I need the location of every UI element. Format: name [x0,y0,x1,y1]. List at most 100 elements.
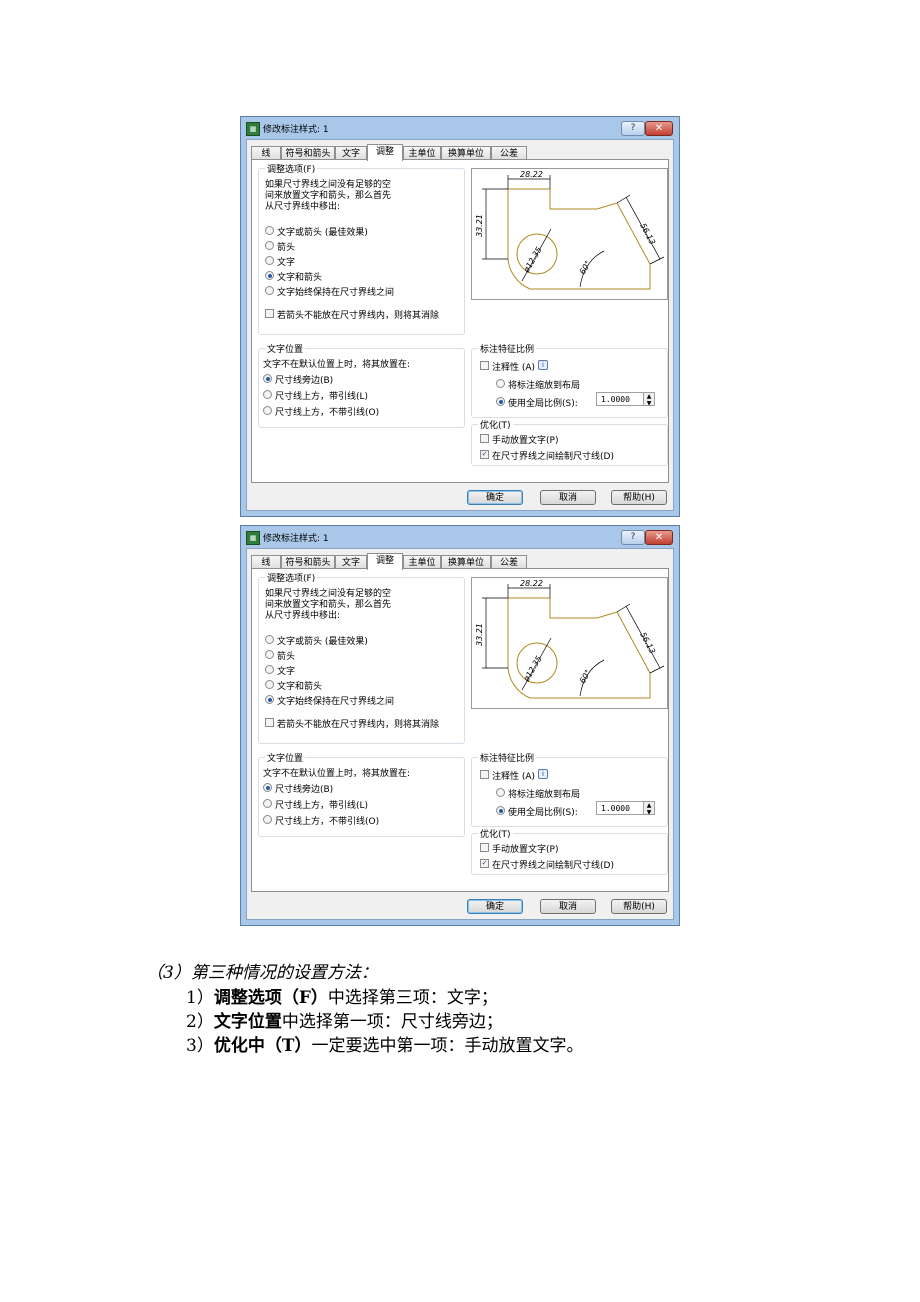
scale-group: 标注特征比例 注释性 (A) i 将标注缩放到布局 使用全局比例(S): 1.0000 ▲ ▼ [471,342,668,418]
info-icon[interactable]: i [538,769,548,779]
caption-heading: （3）第三种情况的设置方法： [146,963,378,983]
caption-step-2: 2）文字位置中选择第一项：尺寸线旁边； [186,1012,503,1032]
tab-2[interactable]: 文字 [335,555,367,569]
tab-1[interactable]: 符号和箭头 [281,555,335,569]
fine-tuning-group: 优化(T) 手动放置文字(P) ✓ 在尺寸界线之间绘制尺寸线(D) [471,827,668,875]
title-bar[interactable]: ▦ 修改标注样式: 1? ✕ [241,526,679,548]
text-placement-option: 尺寸线上方，带引线(L) [275,392,369,402]
fit-options-group: 调整选项(F) 如果尺寸界线之间没有足够的空 间来放置文字和箭头，那么首先 从尺寸界线… [258,162,465,335]
dialog-body: 线符号和箭头 文字 调整 主单位 换算单位 公差调整选项(F) 如果尺寸界线之间没有足够的空… [246,139,674,511]
text-placement-radio[interactable] [263,815,272,824]
global-scale-stepper[interactable]: ▲ ▼ [643,392,655,407]
draw-dimline-checkbox[interactable]: ✓ [480,450,489,459]
text-placement-option: 尺寸线旁边(B) [275,785,334,795]
fit-option-label: 文字和箭头 [277,273,323,283]
tab-3[interactable]: 调整 [367,144,403,161]
help-button[interactable]: 帮助(H) [611,490,667,505]
dialog-body: 线符号和箭头 文字 调整 主单位 换算单位 公差 调整选项(F) 如果尺寸界线之间没有足够的空… [246,548,674,920]
suppress-arrows-checkbox[interactable] [265,309,274,318]
tab-6[interactable]: 公差 [491,555,527,569]
dimension-style-dialog: ▦ 修改标注样式: 1? ✕ 线符号和箭头 文字 调整 主单位 换算单位 公差 调整选项(F) 如果… [240,525,680,926]
dim-text-left: 33.21 [475,623,484,646]
fit-option-radio[interactable] [265,286,274,295]
global-scale-input[interactable]: 1.0000 [596,801,644,815]
fit-description-line: 从尺寸界线中移出: [265,611,341,621]
scale-to-layout-radio[interactable] [496,379,505,388]
tab-2[interactable]: 文字 [335,146,367,160]
fit-option-label: 文字或箭头 (最佳效果) [277,228,368,238]
manual-text-checkbox[interactable] [480,843,489,852]
fine-tuning-label: 优化(T) [478,827,513,840]
text-placement-radio[interactable] [263,374,272,383]
draw-dimline-label: 在尺寸界线之间绘制尺寸线(D) [492,452,614,462]
manual-text-label: 手动放置文字(P) [492,845,559,855]
fit-option-radio[interactable] [265,241,274,250]
suppress-arrows-checkbox[interactable] [265,718,274,727]
tab-0[interactable]: 线 [251,146,281,160]
info-icon[interactable]: i [538,360,548,370]
text-placement-radio[interactable] [263,406,272,415]
dimension-preview: 28.22 33.21 56.13 ø12.35 60° [471,168,668,300]
fit-option-radio[interactable] [265,226,274,235]
fit-option-radio[interactable] [265,635,274,644]
help-icon[interactable]: ? [621,530,645,545]
fit-option-radio[interactable] [265,665,274,674]
tab-5[interactable]: 换算单位 [441,555,491,569]
text-placement-option: 尺寸线上方，不带引线(O) [275,408,380,418]
fit-description-line: 从尺寸界线中移出: [265,202,341,212]
caption-step-3: 3）优化中（T）一定要选中第一项：手动放置文字。 [186,1036,584,1056]
global-scale-input[interactable]: 1.0000 [596,392,644,406]
cancel-button[interactable]: 取消 [540,490,596,505]
fine-tuning-label: 优化(T) [478,418,513,431]
global-scale-radio[interactable] [496,806,505,815]
suppress-arrows-label: 若箭头不能放在尺寸界线内，则将其消除 [277,311,440,321]
scale-to-layout-label: 将标注缩放到布局 [508,790,581,800]
tab-0[interactable]: 线 [251,555,281,569]
fit-option-radio[interactable] [265,650,274,659]
fit-option-radio[interactable] [265,680,274,689]
tab-4[interactable]: 主单位 [403,555,441,569]
text-placement-radio[interactable] [263,783,272,792]
close-icon[interactable]: ✕ [645,530,673,545]
fit-option-radio[interactable] [265,695,274,704]
tab-3[interactable]: 调整 [367,553,403,570]
close-icon[interactable]: ✕ [645,121,673,136]
help-icon[interactable]: ? [621,121,645,136]
fit-option-label: 文字和箭头 [277,682,323,692]
tab-6[interactable]: 公差 [491,146,527,160]
fit-option-radio[interactable] [265,256,274,265]
dim-text-left: 33.21 [475,214,484,237]
fine-tuning-group: 优化(T) 手动放置文字(P) ✓ 在尺寸界线之间绘制尺寸线(D) [471,418,668,466]
ext-line [616,603,631,613]
fit-option-label: 文字始终保持在尺寸界线之间 [277,697,395,707]
text-placement-radio[interactable] [263,390,272,399]
cancel-button[interactable]: 取消 [540,899,596,914]
fit-option-radio[interactable] [265,271,274,280]
draw-dimline-checkbox[interactable]: ✓ [480,859,489,868]
fit-options-label: 调整选项(F) [265,162,318,175]
manual-text-checkbox[interactable] [480,434,489,443]
annotative-checkbox[interactable] [480,770,489,779]
global-scale-stepper[interactable]: ▲ ▼ [643,801,655,816]
global-scale-label: 使用全局比例(S): [508,808,578,818]
dim-text-top: 28.22 [520,579,543,588]
help-button[interactable]: 帮助(H) [611,899,667,914]
dim-text-top: 28.22 [520,170,543,179]
tab-5[interactable]: 换算单位 [441,146,491,160]
tab-4[interactable]: 主单位 [403,146,441,160]
ext-line [649,256,665,265]
annotative-checkbox[interactable] [480,361,489,370]
preview-drawing: 28.2233.21 56.13ø12.35 60° [475,170,665,290]
text-placement-group: 文字位置 文字不在默认位置上时，将其放置在: 尺寸线旁边(B) 尺寸线上方，带引线(L… [258,342,465,428]
text-placement-radio[interactable] [263,799,272,808]
manual-text-label: 手动放置文字(P) [492,436,559,446]
title-bar[interactable]: ▦ 修改标注样式: 1? ✕ [241,117,679,139]
tab-1[interactable]: 符号和箭头 [281,146,335,160]
scale-to-layout-radio[interactable] [496,788,505,797]
dim-text-diameter: ø12.35 [521,654,543,683]
ok-button[interactable]: 确定 [467,899,523,914]
global-scale-radio[interactable] [496,397,505,406]
preview-drawing: 28.2233.21 56.13ø12.35 60° [475,579,665,699]
annotative-label: 注释性 (A) [492,363,536,373]
ok-button[interactable]: 确定 [467,490,523,505]
